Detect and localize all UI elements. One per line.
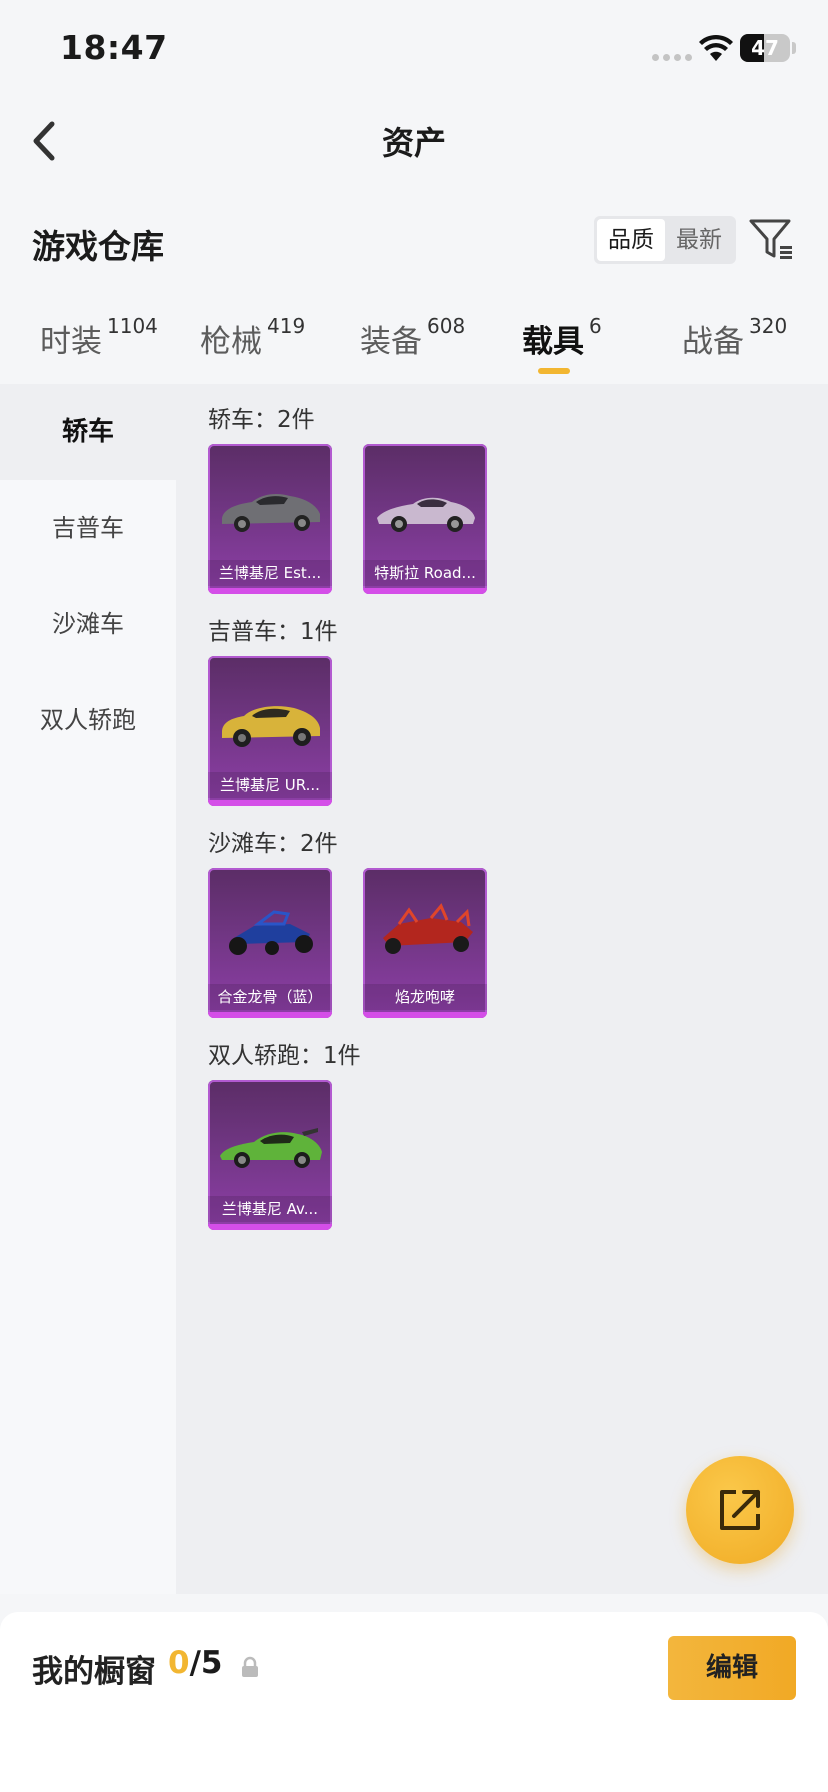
- tab-count: 6: [589, 314, 602, 338]
- battery-icon: 47: [740, 34, 790, 62]
- yellow-suv-image: [222, 706, 320, 747]
- tab-label: 时装: [40, 324, 102, 360]
- sidebar-item-jeep[interactable]: 吉普车: [0, 480, 176, 576]
- vehicle-card[interactable]: 焰龙咆哮: [363, 868, 487, 1018]
- showcase-current: 0: [168, 1645, 190, 1681]
- share-button[interactable]: [686, 1456, 794, 1564]
- tab-count: 419: [267, 314, 306, 338]
- battery-tip: [792, 42, 796, 54]
- vehicle-card[interactable]: 合金龙骨（蓝）: [208, 868, 332, 1018]
- sidebar-item-sedan[interactable]: 轿车: [0, 384, 176, 480]
- sort-option-newest[interactable]: 最新: [665, 219, 733, 261]
- group-title-buggy: 沙滩车：2件: [208, 831, 338, 857]
- group-title-sedan: 轿车：2件: [208, 407, 315, 433]
- page-title: 资产: [381, 124, 446, 162]
- tab-count: 320: [749, 314, 788, 338]
- showcase-count: 0/5: [168, 1645, 222, 1681]
- battery-percent: 47: [751, 36, 779, 60]
- vehicle-card[interactable]: 特斯拉 Road...: [363, 444, 487, 594]
- sort-toggle: 品质 最新: [594, 216, 736, 264]
- vehicle-name: 兰博基尼 UR...: [208, 772, 332, 798]
- vehicle-name: 兰博基尼 Av...: [208, 1196, 332, 1222]
- tab-label: 战备: [682, 324, 744, 360]
- vehicle-card[interactable]: 兰博基尼 Av...: [208, 1080, 332, 1230]
- tab-battle-gear[interactable]: 战备 320: [682, 314, 788, 361]
- tab-equipment[interactable]: 装备 608: [360, 314, 466, 361]
- category-tabs: 时装 1104 枪械 419 装备 608 载具 6 战备 320: [0, 304, 828, 382]
- vehicle-card[interactable]: 兰博基尼 UR...: [208, 656, 332, 806]
- status-bar: 18:47 47: [0, 0, 828, 100]
- showcase-bar: 我的橱窗 0/5 编辑: [0, 1612, 828, 1792]
- sidebar-item-buggy[interactable]: 沙滩车: [0, 576, 176, 672]
- sort-option-quality[interactable]: 品质: [597, 219, 665, 261]
- vehicle-card[interactable]: 兰博基尼 Est...: [208, 444, 332, 594]
- vehicle-name: 焰龙咆哮: [363, 984, 487, 1010]
- tab-weapons[interactable]: 枪械 419: [200, 314, 306, 361]
- edit-button[interactable]: 编辑: [668, 1636, 796, 1700]
- warehouse-title: 游戏仓库: [32, 227, 164, 266]
- blue-buggy-image: [229, 910, 313, 955]
- sidebar: 轿车 吉普车 沙滩车 双人轿跑: [0, 384, 176, 1594]
- gray-sports-car-image: [222, 494, 320, 532]
- wifi-icon: [699, 34, 733, 61]
- cellular-signal-icon: [652, 54, 692, 61]
- tab-count: 1104: [107, 314, 158, 338]
- red-dragon-buggy-image: [383, 903, 473, 954]
- green-supercar-image: [220, 1128, 322, 1168]
- tab-fashion[interactable]: 时装 1104: [40, 314, 158, 361]
- tab-label: 枪械: [200, 324, 262, 360]
- group-title-coupe: 双人轿跑：1件: [208, 1043, 361, 1069]
- vehicle-name: 兰博基尼 Est...: [208, 560, 332, 586]
- group-title-jeep: 吉普车：1件: [208, 619, 338, 645]
- tab-label: 载具: [522, 324, 584, 360]
- share-icon: [720, 1490, 760, 1530]
- showcase-label: 我的橱窗: [32, 1654, 156, 1690]
- showcase-separator: /: [189, 1645, 201, 1681]
- vehicle-name: 合金龙骨（蓝）: [208, 984, 332, 1010]
- status-time: 18:47: [60, 28, 168, 67]
- active-tab-indicator: [538, 368, 570, 374]
- tab-vehicles[interactable]: 载具 6: [522, 314, 602, 361]
- sidebar-item-coupe[interactable]: 双人轿跑: [0, 672, 176, 768]
- vehicle-name: 特斯拉 Road...: [363, 560, 487, 586]
- tab-label: 装备: [360, 324, 422, 360]
- silver-roadster-image: [377, 497, 475, 532]
- filter-icon[interactable]: [748, 216, 794, 262]
- lock-icon: [242, 1656, 258, 1677]
- showcase-max: 5: [200, 1645, 223, 1681]
- tab-count: 608: [427, 314, 466, 338]
